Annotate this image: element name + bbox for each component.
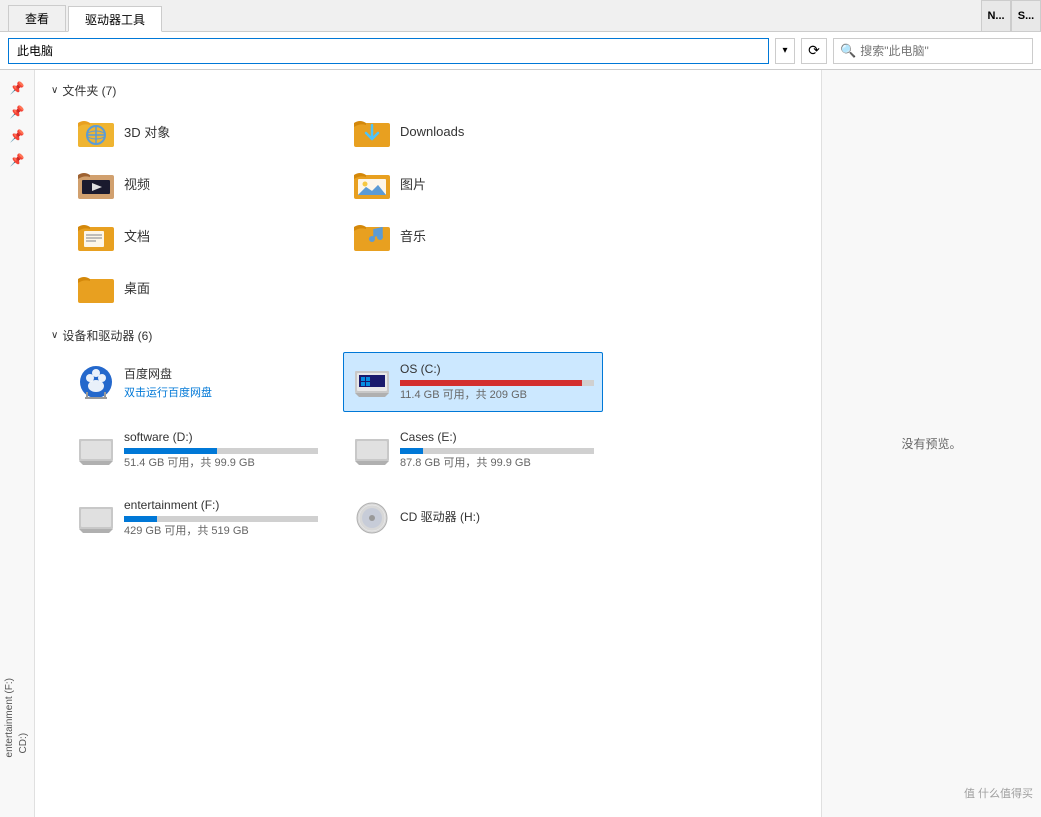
folder-documents-icon bbox=[76, 215, 116, 255]
folder-videos[interactable]: 视频 bbox=[67, 159, 327, 207]
tab-n-button[interactable]: N... bbox=[981, 0, 1011, 32]
folder-desktop-icon bbox=[76, 267, 116, 307]
device-f-sub: 429 GB 可用，共 519 GB bbox=[124, 522, 318, 538]
folder-music-label: 音乐 bbox=[400, 226, 426, 245]
baidu-icon bbox=[76, 362, 116, 402]
baidu-name: 百度网盘 bbox=[124, 365, 318, 382]
pin-2[interactable]: 📌 bbox=[7, 102, 27, 122]
drive-f-icon bbox=[76, 498, 116, 538]
devices-section-header[interactable]: ∨ 设备和驱动器 (6) bbox=[51, 327, 805, 344]
search-input[interactable] bbox=[860, 44, 1026, 58]
folder-documents-label: 文档 bbox=[124, 226, 150, 245]
folder-downloads-icon bbox=[352, 111, 392, 151]
device-c-sub: 11.4 GB 可用，共 209 GB bbox=[400, 386, 594, 402]
folder-pictures[interactable]: 图片 bbox=[343, 159, 603, 207]
sidebar-label-entertainment: entertainment (F:) bbox=[3, 678, 17, 757]
folder-3d-label: 3D 对象 bbox=[124, 122, 170, 141]
folder-music-icon bbox=[352, 215, 392, 255]
devices-arrow: ∨ bbox=[51, 330, 58, 341]
content-area: ∨ 文件夹 (7) 3D 对象 bbox=[35, 70, 821, 817]
device-cd-name: CD 驱动器 (H:) bbox=[400, 508, 594, 525]
address-dropdown-button[interactable]: ▾ bbox=[775, 38, 795, 64]
folder-videos-icon bbox=[76, 163, 116, 203]
folder-3d[interactable]: 3D 对象 bbox=[67, 107, 327, 155]
folder-desktop[interactable]: 桌面 bbox=[67, 263, 327, 311]
folder-grid: 3D 对象 Downloads bbox=[51, 107, 805, 311]
folder-music[interactable]: 音乐 bbox=[343, 211, 603, 259]
pin-3[interactable]: 📌 bbox=[7, 126, 27, 146]
folder-pictures-label: 图片 bbox=[400, 174, 426, 193]
device-cases-e[interactable]: Cases (E:) 87.8 GB 可用，共 99.9 GB bbox=[343, 420, 603, 480]
search-box[interactable]: 🔍 bbox=[833, 38, 1033, 64]
sidebar-label-cd: CD:) bbox=[17, 678, 31, 753]
device-baidu[interactable]: 百度网盘 双击运行百度网盘 bbox=[67, 352, 327, 412]
folders-section-title: 文件夹 (7) bbox=[62, 82, 116, 99]
folder-downloads-label: Downloads bbox=[400, 124, 464, 139]
folder-videos-label: 视频 bbox=[124, 174, 150, 193]
preview-panel: 没有预览。 bbox=[821, 70, 1041, 817]
drive-d-icon bbox=[76, 430, 116, 470]
device-os-c[interactable]: OS (C:) 11.4 GB 可用，共 209 GB bbox=[343, 352, 603, 412]
device-d-name: software (D:) bbox=[124, 430, 318, 444]
watermark: 值 什么值得买 bbox=[964, 785, 1033, 801]
baidu-sub: 双击运行百度网盘 bbox=[124, 384, 318, 400]
device-f-name: entertainment (F:) bbox=[124, 498, 318, 512]
folder-documents[interactable]: 文档 bbox=[67, 211, 327, 259]
pin-1[interactable]: 📌 bbox=[7, 78, 27, 98]
tab-end-buttons: N... S... bbox=[981, 0, 1041, 32]
folders-arrow: ∨ bbox=[51, 85, 58, 96]
address-field[interactable]: 此电脑 bbox=[8, 38, 769, 64]
left-sidebar: 📌 📌 📌 📌 entertainment (F:) CD:) bbox=[0, 70, 35, 817]
drive-cd-icon bbox=[352, 498, 392, 538]
address-bar: 此电脑 ▾ ⟳ 🔍 bbox=[0, 32, 1041, 70]
drive-e-icon bbox=[352, 430, 392, 470]
device-e-sub: 87.8 GB 可用，共 99.9 GB bbox=[400, 454, 594, 470]
device-d-info: software (D:) 51.4 GB 可用，共 99.9 GB bbox=[124, 430, 318, 470]
folder-pictures-icon bbox=[352, 163, 392, 203]
tab-s-button[interactable]: S... bbox=[1011, 0, 1041, 32]
folders-section-header[interactable]: ∨ 文件夹 (7) bbox=[51, 82, 805, 99]
device-cd-info: CD 驱动器 (H:) bbox=[400, 508, 594, 529]
address-refresh-button[interactable]: ⟳ bbox=[801, 38, 827, 64]
baidu-info: 百度网盘 双击运行百度网盘 bbox=[124, 365, 318, 400]
device-grid: 百度网盘 双击运行百度网盘 bbox=[51, 352, 805, 548]
devices-section-title: 设备和驱动器 (6) bbox=[62, 327, 152, 344]
device-entertainment-f[interactable]: entertainment (F:) 429 GB 可用，共 519 GB bbox=[67, 488, 327, 548]
folder-3d-icon bbox=[76, 111, 116, 151]
device-d-sub: 51.4 GB 可用，共 99.9 GB bbox=[124, 454, 318, 470]
tab-driver-tools[interactable]: 驱动器工具 bbox=[68, 6, 162, 32]
device-c-info: OS (C:) 11.4 GB 可用，共 209 GB bbox=[400, 362, 594, 402]
search-icon: 🔍 bbox=[840, 43, 856, 59]
device-e-name: Cases (E:) bbox=[400, 430, 594, 444]
drive-c-icon bbox=[352, 362, 392, 402]
title-bar: 查看 驱动器工具 N... S... bbox=[0, 0, 1041, 32]
device-e-info: Cases (E:) 87.8 GB 可用，共 99.9 GB bbox=[400, 430, 594, 470]
folder-desktop-label: 桌面 bbox=[124, 278, 150, 297]
device-c-name: OS (C:) bbox=[400, 362, 594, 376]
tab-view[interactable]: 查看 bbox=[8, 5, 66, 31]
folder-downloads[interactable]: Downloads bbox=[343, 107, 603, 155]
no-preview-text: 没有预览。 bbox=[901, 435, 961, 452]
device-software-d[interactable]: software (D:) 51.4 GB 可用，共 99.9 GB bbox=[67, 420, 327, 480]
device-cd-h[interactable]: CD 驱动器 (H:) bbox=[343, 488, 603, 548]
pin-4[interactable]: 📌 bbox=[7, 150, 27, 170]
device-f-info: entertainment (F:) 429 GB 可用，共 519 GB bbox=[124, 498, 318, 538]
main-layout: 📌 📌 📌 📌 entertainment (F:) CD:) ∨ 文件夹 (7… bbox=[0, 70, 1041, 817]
